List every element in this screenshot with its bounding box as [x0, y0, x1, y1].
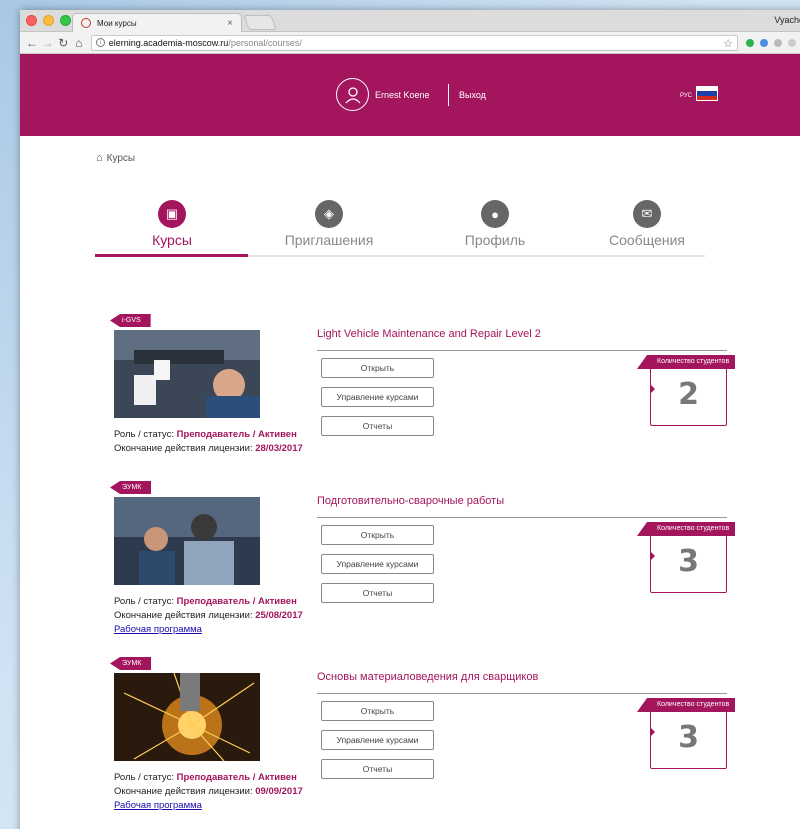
students-count-box: 3 — [650, 709, 727, 769]
course-tag: ЭУМК — [110, 481, 152, 494]
russia-flag-icon[interactable] — [696, 86, 718, 101]
course-tag: i-GVS — [110, 314, 151, 327]
extensions-bar — [746, 38, 800, 47]
course-tag: ЭУМК — [110, 657, 152, 670]
license-date: 28/03/2017 — [255, 443, 303, 454]
license-date: 09/09/2017 — [255, 786, 303, 797]
section-tabs: ▣ Курсы ◈ Приглашения ● Профиль ✉ Сообще… — [95, 200, 705, 260]
case-icon: ▣ — [158, 200, 186, 228]
tab-label: Приглашения — [284, 232, 374, 248]
license-label: Окончание действия лицензии: — [114, 786, 253, 797]
maximize-window-button[interactable] — [60, 15, 71, 26]
extension-icon[interactable] — [788, 38, 796, 47]
tab-label: Курсы — [152, 232, 192, 248]
reports-button[interactable]: Отчеты — [321, 759, 434, 779]
open-button[interactable]: Открыть — [321, 358, 434, 378]
url-field[interactable]: i elerning.academia-moscow.ru/personal/c… — [90, 34, 738, 51]
back-icon[interactable]: ← — [24, 36, 40, 50]
course-meta: Роль / статус: Преподаватель / Активен О… — [114, 595, 303, 637]
forward-icon[interactable]: → — [40, 36, 56, 50]
course-thumbnail[interactable] — [114, 673, 260, 761]
url-host: elerning.academia-moscow.ru — [108, 37, 229, 48]
role-value: Преподаватель / Активен — [176, 772, 297, 783]
role-label: Роль / статус: — [114, 429, 174, 440]
header-divider — [448, 84, 449, 106]
close-window-button[interactable] — [26, 15, 37, 26]
site-header: Ernest Koene Выход РУС — [20, 54, 800, 136]
breadcrumb-label[interactable]: Курсы — [107, 153, 135, 164]
address-toolbar: ← → ↻ ⌂ i elerning.academia-moscow.ru/pe… — [20, 32, 800, 54]
box-icon: ◈ — [315, 200, 343, 228]
manage-courses-button[interactable]: Управление курсами — [321, 554, 434, 574]
reports-button[interactable]: Отчеты — [321, 416, 434, 436]
program-link[interactable]: Рабочая программа — [114, 623, 303, 637]
tab-messages[interactable]: ✉ Сообщения — [577, 200, 717, 248]
tab-label: Профиль — [464, 232, 526, 248]
extension-icon[interactable] — [774, 38, 782, 47]
course-title[interactable]: Основы материаловедения для сварщиков — [317, 671, 538, 683]
open-button[interactable]: Открыть — [321, 525, 434, 545]
students-count-box: 3 — [650, 533, 727, 593]
role-value: Преподаватель / Активен — [176, 596, 297, 607]
role-label: Роль / статус: — [114, 772, 174, 783]
course-meta: Роль / статус: Преподаватель / Активен О… — [114, 428, 303, 456]
course-divider — [317, 693, 727, 694]
tab-invitations[interactable]: ◈ Приглашения — [259, 200, 399, 248]
close-tab-icon[interactable]: × — [227, 18, 233, 29]
students-count: 3 — [678, 544, 699, 579]
minimize-window-button[interactable] — [43, 15, 54, 26]
course-card: i-GVS Роль / статус: Преподаватель / Акт… — [100, 314, 760, 479]
home-icon[interactable]: ⌂ — [96, 152, 103, 164]
browser-user-label[interactable]: Vyache — [774, 15, 800, 25]
reports-button[interactable]: Отчеты — [321, 583, 434, 603]
browser-tab[interactable]: Мои курсы × — [72, 13, 242, 32]
info-icon[interactable]: i — [95, 38, 105, 47]
home-icon[interactable]: ⌂ — [71, 36, 87, 50]
open-button[interactable]: Открыть — [321, 701, 434, 721]
language-label[interactable]: РУС — [680, 93, 692, 99]
role-label: Роль / статус: — [114, 596, 174, 607]
tab-title: Мои курсы — [97, 18, 137, 28]
license-label: Окончание действия лицензии: — [114, 610, 253, 621]
course-title[interactable]: Подготовительно-сварочные работы — [317, 495, 504, 507]
students-count: 3 — [678, 720, 699, 755]
program-link[interactable]: Рабочая программа — [114, 799, 303, 813]
course-card: ЭУМК Роль / статус: Преподаватель / Акти… — [100, 657, 760, 822]
logout-link[interactable]: Выход — [459, 90, 486, 100]
license-label: Окончание действия лицензии: — [114, 443, 253, 454]
bookmark-star-icon[interactable]: ☆ — [723, 37, 733, 50]
active-tab-indicator — [95, 254, 248, 257]
tab-profile[interactable]: ● Профиль — [425, 200, 565, 248]
favicon-icon — [81, 18, 91, 28]
tab-strip: Мои курсы × Vyache — [20, 10, 800, 32]
breadcrumb: ⌂ Курсы — [96, 152, 135, 164]
url-path: /personal/courses/ — [228, 37, 302, 48]
role-value: Преподаватель / Активен — [176, 429, 297, 440]
course-divider — [317, 517, 727, 518]
tab-label: Сообщения — [609, 232, 685, 248]
students-count-box: 2 — [650, 366, 727, 426]
profile-icon: ● — [481, 200, 509, 228]
user-avatar-icon[interactable] — [336, 78, 369, 111]
user-name-link[interactable]: Ernest Koene — [375, 90, 430, 100]
course-title[interactable]: Light Vehicle Maintenance and Repair Lev… — [317, 328, 541, 340]
reload-icon[interactable]: ↻ — [55, 36, 71, 50]
manage-courses-button[interactable]: Управление курсами — [321, 387, 434, 407]
students-count: 2 — [678, 377, 699, 412]
extension-icon[interactable] — [760, 38, 768, 47]
course-thumbnail[interactable] — [114, 497, 260, 585]
license-date: 25/08/2017 — [255, 610, 303, 621]
manage-courses-button[interactable]: Управление курсами — [321, 730, 434, 750]
course-divider — [317, 350, 727, 351]
extension-icon[interactable] — [746, 38, 754, 47]
course-thumbnail[interactable] — [114, 330, 260, 418]
envelope-icon: ✉ — [633, 200, 661, 228]
window-controls — [26, 15, 71, 26]
new-tab-button[interactable] — [243, 15, 277, 30]
course-card: ЭУМК Роль / статус: Преподаватель / Акти… — [100, 481, 760, 646]
course-meta: Роль / статус: Преподаватель / Активен О… — [114, 771, 303, 813]
tab-courses[interactable]: ▣ Курсы — [102, 200, 242, 248]
